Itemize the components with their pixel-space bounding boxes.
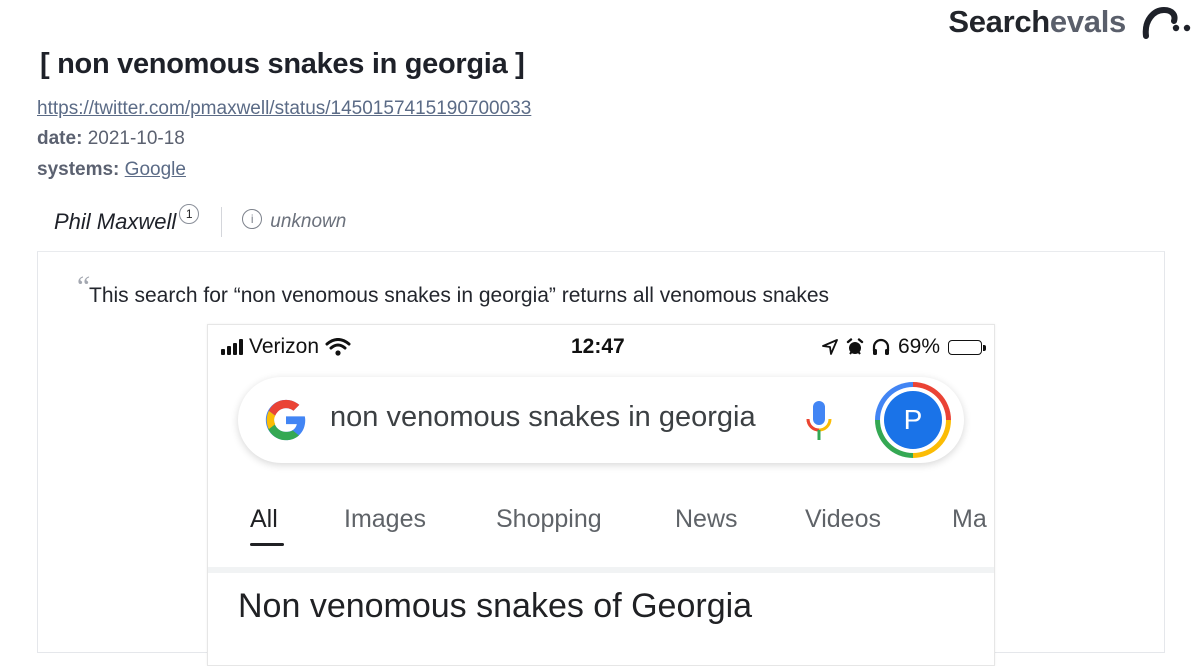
tab-images[interactable]: Images [344, 505, 426, 534]
google-g-icon [265, 399, 306, 441]
status-label: unknown [270, 211, 347, 232]
tab-shopping[interactable]: Shopping [496, 505, 602, 534]
active-tab-indicator [250, 543, 284, 546]
date-row: date: 2021-10-18 [37, 128, 185, 149]
quote-card: “ This search for “non venomous snakes i… [37, 251, 1165, 666]
alarm-icon [846, 338, 864, 355]
microphone-icon[interactable] [804, 399, 834, 443]
headphones-icon [872, 338, 890, 355]
battery-percent: 69% [897, 335, 940, 358]
tab-maps[interactable]: Ma [952, 505, 987, 534]
quote-text: This search for “non venomous snakes in … [89, 284, 830, 307]
search-screenshot: Verizon 12:47 69% non venomous snakes in… [207, 324, 995, 666]
search-input[interactable]: non venomous snakes in georgia [330, 401, 756, 434]
brand[interactable]: Searchevals [948, 4, 1192, 40]
author-name[interactable]: Phil Maxwell [54, 209, 176, 235]
search-bar[interactable]: non venomous snakes in georgia P [238, 377, 964, 463]
divider [221, 207, 223, 237]
author-count-badge: 1 [179, 204, 200, 224]
date-value: 2021-10-18 [87, 128, 185, 149]
clock: 12:47 [571, 335, 625, 358]
status-bar: Verizon 12:47 69% [208, 331, 994, 361]
author-row: Phil Maxwell 1 i unknown [54, 204, 346, 240]
wifi-icon [325, 338, 351, 356]
page-title: [ non venomous snakes in georgia ] [40, 48, 525, 80]
search-tabs: All Images Shopping News Videos Ma [208, 505, 994, 545]
info-icon[interactable]: i [242, 209, 263, 229]
signal-icon [221, 339, 243, 355]
tab-news[interactable]: News [675, 505, 738, 534]
tab-all[interactable]: All [250, 505, 278, 534]
result-title[interactable]: Non venomous snakes of Georgia [238, 587, 752, 626]
avatar[interactable]: P [884, 391, 942, 449]
carrier: Verizon [249, 335, 320, 358]
account-avatar-ring[interactable]: P [875, 382, 951, 458]
divider [208, 567, 994, 573]
systems-row: systems: Google [37, 159, 186, 180]
location-icon [822, 339, 838, 355]
battery-icon [948, 339, 986, 355]
source-link[interactable]: https://twitter.com/pmaxwell/status/1450… [37, 98, 531, 120]
tab-videos[interactable]: Videos [805, 505, 881, 534]
searchevals-logo-icon [1142, 6, 1191, 39]
system-link-google[interactable]: Google [125, 159, 186, 180]
brand-name: Searchevals [948, 4, 1126, 39]
